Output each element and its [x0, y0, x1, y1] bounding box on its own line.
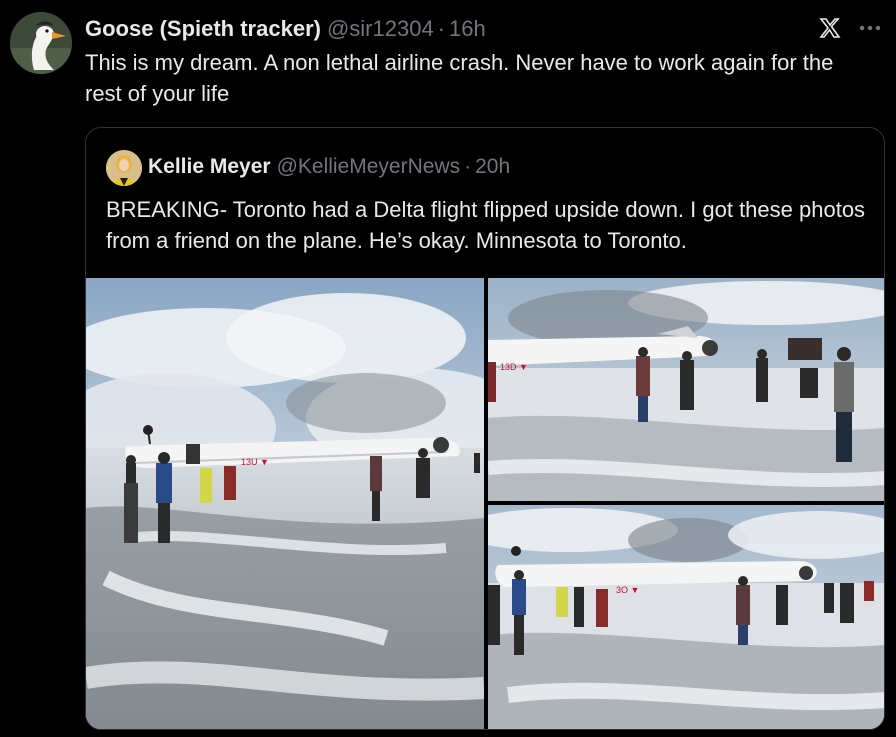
photo-plane-crash-3[interactable]: 3O ▼ — [488, 505, 884, 729]
fuselage-text: 13U ▼ — [241, 457, 269, 467]
quoted-tweet-time[interactable]: 20h — [475, 155, 510, 179]
tweet-header: Goose (Spieth tracker) @sir12304 · 16h — [85, 14, 486, 44]
media-grid: 13U ▼ 13D ▼ 3O ▼ — [86, 278, 884, 729]
separator-dot: · — [464, 155, 472, 178]
goose-avatar-icon[interactable] — [10, 12, 72, 74]
fuselage-text: 13D ▼ — [500, 362, 528, 372]
tweet-time[interactable]: 16h — [449, 16, 486, 42]
x-logo-icon[interactable] — [818, 16, 842, 40]
more-icon[interactable] — [856, 18, 884, 38]
author-handle[interactable]: @sir12304 — [327, 16, 434, 42]
quoted-tweet-card[interactable]: Kellie Meyer @KellieMeyerNews · 20h BREA… — [85, 127, 885, 730]
tweet[interactable]: Goose (Spieth tracker) @sir12304 · 16h T… — [0, 0, 896, 737]
quoted-tweet-header: Kellie Meyer @KellieMeyerNews · 20h — [148, 152, 510, 182]
photo-plane-crash-1[interactable]: 13U ▼ — [86, 278, 484, 729]
quoted-author-handle[interactable]: @KellieMeyerNews — [277, 155, 461, 179]
quoted-tweet-text: BREAKING- Toronto had a Delta flight fli… — [106, 197, 866, 253]
kellie-avatar-icon[interactable] — [106, 150, 142, 186]
quoted-author-display-name[interactable]: Kellie Meyer — [148, 155, 271, 179]
tweet-text: This is my dream. A non lethal airline c… — [85, 50, 834, 106]
fuselage-text: 3O ▼ — [616, 585, 639, 595]
separator-dot: · — [437, 16, 446, 41]
photo-plane-crash-2[interactable]: 13D ▼ — [488, 278, 884, 501]
author-display-name[interactable]: Goose (Spieth tracker) — [85, 16, 321, 42]
